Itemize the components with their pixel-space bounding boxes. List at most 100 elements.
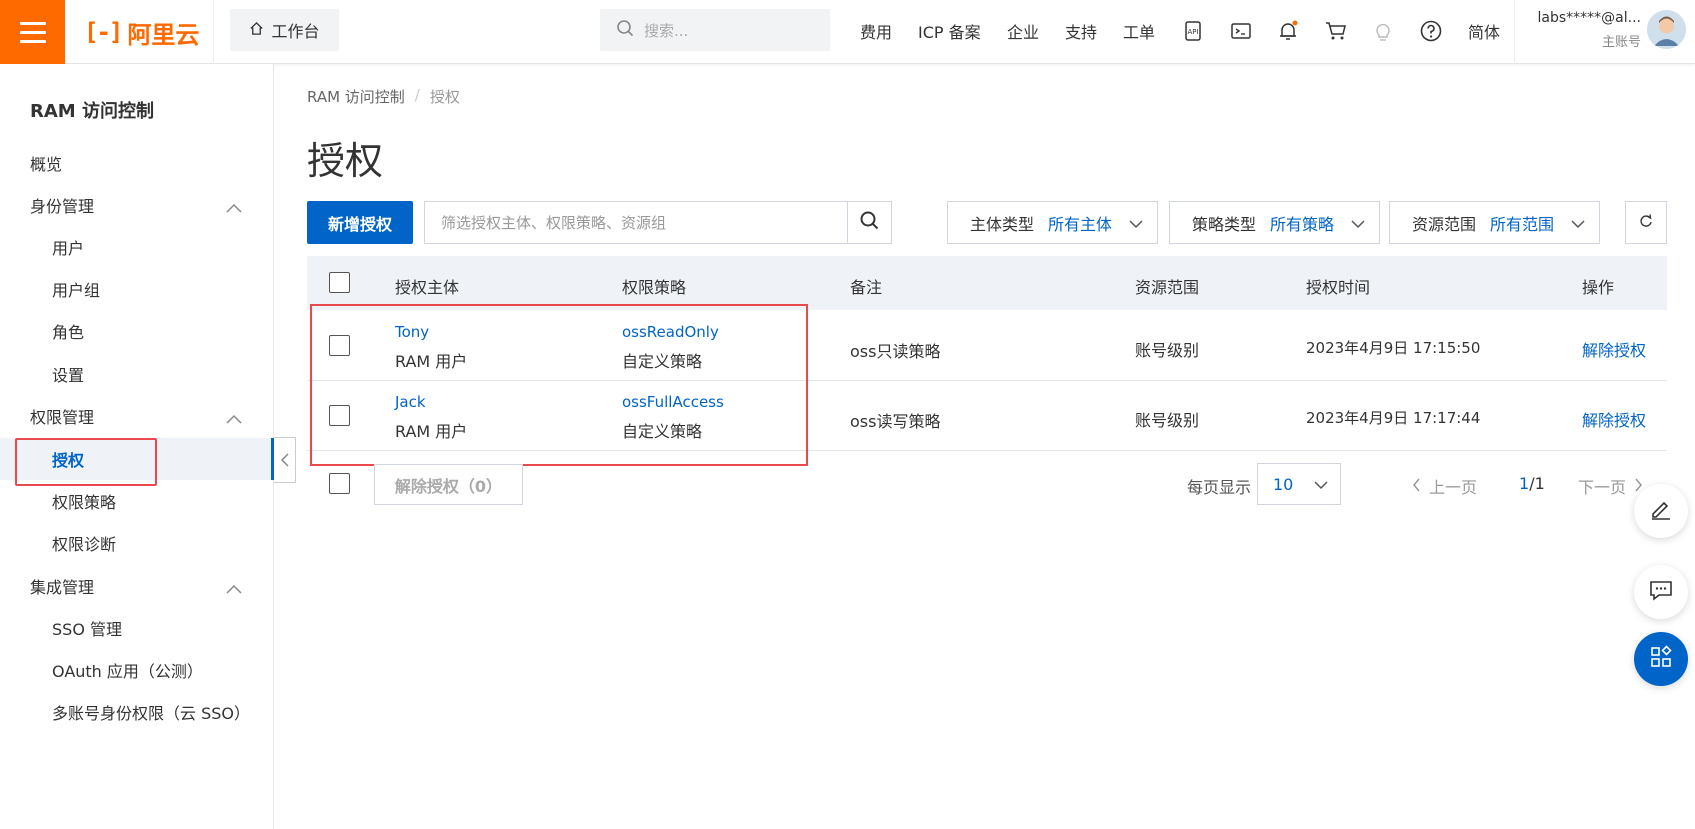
policy-link[interactable]: ossReadOnly — [622, 323, 719, 341]
search-button[interactable] — [847, 202, 891, 243]
user-name: labs*****@al... — [1537, 10, 1641, 26]
avatar[interactable] — [1647, 10, 1686, 49]
policy-link[interactable]: ossFullAccess — [622, 393, 724, 411]
apps-icon — [1649, 645, 1673, 673]
user-role: 主账号 — [1601, 35, 1641, 50]
table-header — [307, 256, 1667, 310]
logo[interactable]: [-] 阿里云 — [84, 17, 200, 49]
workbench-button[interactable]: 工作台 — [230, 9, 339, 51]
row-checkbox[interactable] — [329, 405, 350, 426]
chevron-down-icon — [1351, 216, 1365, 235]
apps-float-button[interactable] — [1634, 632, 1688, 686]
search-icon — [860, 211, 879, 234]
page-size-label: 每页显示 — [1187, 478, 1252, 497]
chevron-down-icon — [1571, 216, 1585, 235]
sidebar-item-cloud-sso[interactable]: 多账号身份权限（云 SSO） — [0, 691, 274, 733]
chevron-up-icon — [226, 579, 242, 598]
note: oss只读策略 — [850, 342, 941, 361]
filter-search — [424, 201, 892, 244]
chevron-down-icon — [1129, 216, 1143, 235]
highlight-box — [310, 304, 808, 466]
bulk-revoke-button[interactable]: 解除授权（0） — [374, 464, 523, 505]
nav-support[interactable]: 支持 — [1065, 0, 1097, 62]
help-icon[interactable] — [1419, 19, 1443, 43]
search-icon — [616, 19, 634, 41]
nav-enterprise[interactable]: 企业 — [1007, 0, 1039, 62]
column-header: 授权时间 — [1306, 278, 1371, 297]
breadcrumb: RAM 访问控制 / 授权 — [307, 86, 460, 107]
sidebar-item-grants[interactable]: 授权 — [0, 438, 274, 480]
policy-type: 自定义策略 — [622, 422, 703, 441]
lightbulb-icon[interactable] — [1371, 19, 1395, 43]
grant-time: 2023年4月9日 17:15:50 — [1306, 339, 1481, 357]
sidebar-item-overview[interactable]: 概览 — [0, 142, 274, 184]
chevron-left-icon — [1412, 477, 1421, 496]
add-grant-button[interactable]: 新增授权 — [307, 201, 413, 244]
sidebar-item-settings[interactable]: 设置 — [0, 353, 274, 395]
logo-text: 阿里云 — [127, 20, 200, 49]
column-header: 权限策略 — [622, 278, 687, 297]
nav-ticket[interactable]: 工单 — [1123, 0, 1155, 62]
nav-fees[interactable]: 费用 — [860, 0, 892, 62]
grant-time: 2023年4月9日 17:17:44 — [1306, 409, 1481, 427]
principal-link[interactable]: Tony — [395, 323, 429, 341]
user-info[interactable]: labs*****@al... 主账号 — [1529, 10, 1641, 50]
sidebar-item-policies[interactable]: 权限策略 — [0, 480, 274, 522]
terminal-icon[interactable] — [1229, 19, 1253, 43]
revoke-link[interactable]: 解除授权 — [1582, 407, 1646, 431]
footer-select-all-checkbox[interactable] — [329, 473, 350, 494]
policy-type-select[interactable]: 策略类型 所有策略 — [1169, 201, 1380, 244]
sidebar-title: RAM 访问控制 — [30, 101, 154, 122]
sidebar-group-integration[interactable]: 集成管理 — [0, 565, 274, 607]
api-icon[interactable]: API — [1181, 19, 1205, 43]
sidebar-item-users[interactable]: 用户 — [0, 226, 274, 268]
feedback-float-button[interactable] — [1634, 565, 1688, 619]
revoke-link[interactable]: 解除授权 — [1582, 337, 1646, 361]
edit-float-button[interactable] — [1634, 484, 1688, 538]
principal-link[interactable]: Jack — [395, 393, 426, 411]
policy-type: 自定义策略 — [622, 352, 703, 371]
sidebar-group-permissions[interactable]: 权限管理 — [0, 395, 274, 437]
nav-icp[interactable]: ICP 备案 — [918, 0, 981, 62]
sidebar-item-roles[interactable]: 角色 — [0, 310, 274, 352]
principal-type: RAM 用户 — [395, 352, 468, 371]
logo-mark-icon: [-] — [84, 18, 123, 46]
cart-icon[interactable] — [1324, 19, 1348, 43]
page-size-select[interactable]: 10 — [1257, 463, 1341, 505]
edit-icon — [1649, 497, 1673, 525]
select-all-checkbox[interactable] — [329, 272, 350, 293]
column-header: 资源范围 — [1135, 278, 1200, 297]
row-divider — [307, 450, 1667, 451]
home-icon — [249, 21, 264, 40]
breadcrumb-ram[interactable]: RAM 访问控制 — [307, 86, 405, 107]
language-switch[interactable]: 简体 — [1468, 0, 1500, 62]
sidebar-item-diagnosis[interactable]: 权限诊断 — [0, 522, 274, 564]
svg-text:API: API — [1187, 28, 1198, 36]
chevron-up-icon — [226, 409, 242, 428]
chevron-down-icon — [1314, 477, 1328, 496]
menu-icon[interactable] — [0, 0, 65, 64]
filter-input[interactable] — [425, 202, 847, 243]
column-header: 备注 — [850, 278, 883, 297]
sidebar-item-sso[interactable]: SSO 管理 — [0, 607, 274, 649]
sidebar-item-user-groups[interactable]: 用户组 — [0, 268, 274, 310]
sidebar-item-oauth[interactable]: OAuth 应用（公测） — [0, 649, 274, 691]
global-search[interactable]: 搜索... — [600, 9, 830, 51]
refresh-button[interactable] — [1625, 201, 1667, 244]
resource-scope-select[interactable]: 资源范围 所有范围 — [1389, 201, 1600, 244]
workbench-label: 工作台 — [271, 22, 320, 41]
principal-type-select[interactable]: 主体类型 所有主体 — [947, 201, 1158, 244]
page-indicator: 1/1 — [1519, 474, 1545, 493]
row-divider — [307, 380, 1667, 381]
refresh-icon — [1639, 213, 1653, 232]
bell-icon[interactable] — [1276, 19, 1300, 43]
divider — [213, 0, 214, 64]
divider — [1514, 0, 1515, 64]
row-checkbox[interactable] — [329, 335, 350, 356]
sidebar-group-identity[interactable]: 身份管理 — [0, 184, 274, 226]
top-bar: [-] 阿里云 工作台 搜索... 费用 ICP 备案 企业 支持 工单 API… — [0, 0, 1695, 64]
next-page-button[interactable]: 下一页 — [1578, 474, 1643, 498]
breadcrumb-separator: / — [414, 86, 420, 104]
collapse-sidebar-button[interactable] — [274, 437, 296, 483]
prev-page-button[interactable]: 上一页 — [1412, 474, 1477, 498]
